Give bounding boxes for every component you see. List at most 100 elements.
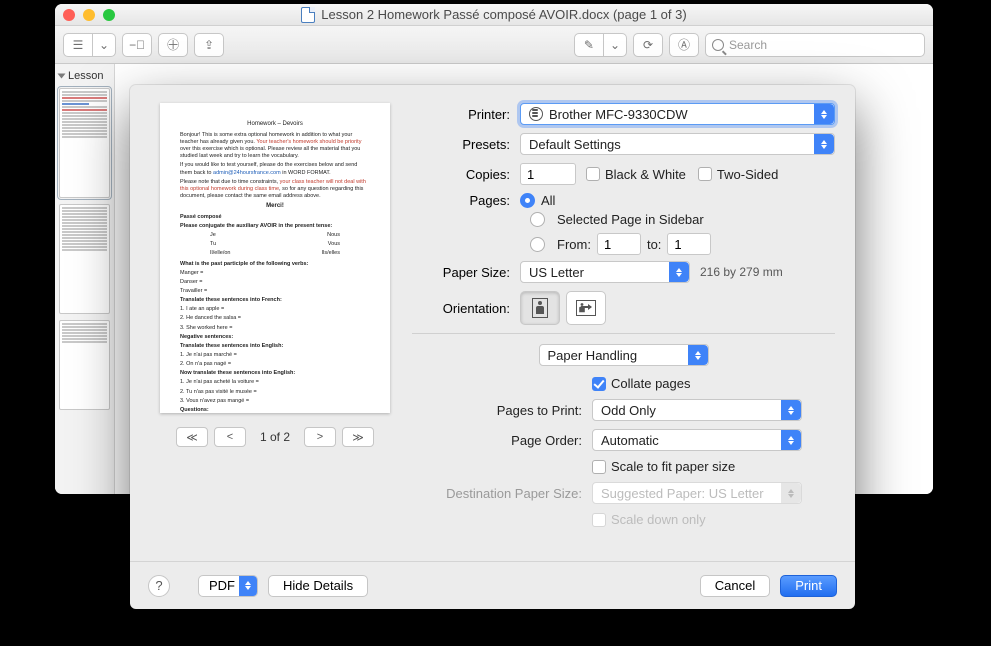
page-thumbnail-1[interactable] xyxy=(59,88,110,198)
bw-label: Black & White xyxy=(605,167,686,182)
hide-details-button[interactable]: Hide Details xyxy=(268,575,368,597)
search-icon xyxy=(712,39,724,51)
window-title: Lesson 2 Homework Passé composé AVOIR.do… xyxy=(301,7,686,23)
cancel-button[interactable]: Cancel xyxy=(700,575,770,597)
page-order-label: Page Order: xyxy=(412,433,592,448)
options-section-value: Paper Handling xyxy=(548,348,638,363)
pages-range-radio[interactable] xyxy=(530,237,545,252)
thumbnail-sidebar: Lesson xyxy=(55,64,115,494)
collate-label: Collate pages xyxy=(611,376,691,391)
page-order-value: Automatic xyxy=(601,433,659,448)
paper-size-value: US Letter xyxy=(529,265,584,280)
page-thumbnail-2[interactable] xyxy=(59,204,110,314)
scale-down-checkbox xyxy=(592,513,606,527)
scale-down-label: Scale down only xyxy=(611,512,706,527)
dest-paper-size-value: Suggested Paper: US Letter xyxy=(601,486,764,501)
scale-fit-checkbox[interactable] xyxy=(592,460,606,474)
zoom-in-button[interactable]: ＋⃝ xyxy=(158,33,188,57)
pages-all-radio[interactable] xyxy=(520,193,535,208)
chevron-updown-icon xyxy=(781,400,801,420)
paper-size-select[interactable]: US Letter xyxy=(520,261,690,283)
print-preview-column: Homework – Devoirs Bonjour! This is some… xyxy=(150,103,400,561)
printer-value: Brother MFC-9330CDW xyxy=(549,107,688,122)
annotate-button[interactable]: Ⓐ xyxy=(669,33,699,57)
paper-size-label: Paper Size: xyxy=(412,265,520,280)
orientation-portrait-button[interactable] xyxy=(520,291,560,325)
chevron-updown-icon xyxy=(814,134,834,154)
paper-dimensions: 216 by 279 mm xyxy=(700,265,783,279)
rotate-button[interactable]: ⟳ xyxy=(633,33,663,57)
pages-to-label: to: xyxy=(647,237,661,252)
chevron-updown-icon xyxy=(669,262,689,282)
disclosure-triangle-icon xyxy=(58,74,66,79)
landscape-icon xyxy=(576,300,596,316)
orientation-landscape-button[interactable] xyxy=(566,291,606,325)
preview-first-button[interactable]: ≪ xyxy=(176,427,208,447)
chevron-updown-icon xyxy=(688,345,708,365)
orientation-label: Orientation: xyxy=(412,301,520,316)
page-thumbnail-3[interactable] xyxy=(59,320,110,410)
help-button[interactable]: ? xyxy=(148,575,170,597)
pages-from-input[interactable] xyxy=(597,233,641,255)
sidebar-label: Lesson xyxy=(68,70,103,82)
scale-fit-label: Scale to fit paper size xyxy=(611,459,735,474)
presets-select[interactable]: Default Settings xyxy=(520,133,835,155)
copies-input[interactable] xyxy=(520,163,576,185)
sidebar-view-dropdown[interactable]: ⌄ xyxy=(93,33,116,57)
pages-to-print-select[interactable]: Odd Only xyxy=(592,399,802,421)
portrait-icon xyxy=(532,298,548,318)
dest-paper-size-select: Suggested Paper: US Letter xyxy=(592,482,802,504)
window-toolbar: ☰ ⌄ −⃝ ＋⃝ ⇪ ✎ ⌄ ⟳ Ⓐ Search xyxy=(55,26,933,64)
pages-to-input[interactable] xyxy=(667,233,711,255)
search-placeholder: Search xyxy=(729,38,767,52)
twosided-label: Two-Sided xyxy=(717,167,778,182)
pages-all-label: All xyxy=(541,193,555,208)
print-options-form: Printer: Brother MFC-9330CDW Presets: De… xyxy=(412,103,835,561)
bw-checkbox[interactable] xyxy=(586,167,600,181)
presets-value: Default Settings xyxy=(529,137,621,152)
highlight-button[interactable]: ✎ xyxy=(574,33,604,57)
pages-sidebar-label: Selected Page in Sidebar xyxy=(557,212,704,227)
pages-to-print-label: Pages to Print: xyxy=(412,403,592,418)
nearby-printer-icon xyxy=(529,107,543,121)
print-preview-page: Homework – Devoirs Bonjour! This is some… xyxy=(160,103,390,413)
preview-next-button[interactable]: > xyxy=(304,427,336,447)
options-section-select[interactable]: Paper Handling xyxy=(539,344,709,366)
pages-label: Pages: xyxy=(412,193,520,208)
collate-checkbox[interactable] xyxy=(592,377,606,391)
presets-label: Presets: xyxy=(412,137,520,152)
print-button[interactable]: Print xyxy=(780,575,837,597)
print-dialog-footer: ? PDF Hide Details Cancel Print xyxy=(130,561,855,609)
preview-page-indicator: 1 of 2 xyxy=(252,430,298,444)
minimize-window-button[interactable] xyxy=(83,9,95,21)
chevron-updown-icon xyxy=(781,483,801,503)
markup-group: ✎ ⌄ xyxy=(574,33,627,57)
section-divider xyxy=(412,333,835,334)
chevron-down-icon xyxy=(239,576,257,596)
preview-prev-button[interactable]: < xyxy=(214,427,246,447)
pages-sidebar-radio[interactable] xyxy=(530,212,545,227)
chevron-updown-icon xyxy=(814,104,834,124)
print-dialog: Homework – Devoirs Bonjour! This is some… xyxy=(130,85,855,609)
view-mode-group: ☰ ⌄ xyxy=(63,33,116,57)
twosided-checkbox[interactable] xyxy=(698,167,712,181)
search-field[interactable]: Search xyxy=(705,33,925,57)
pages-from-label: From: xyxy=(557,237,591,252)
printer-select[interactable]: Brother MFC-9330CDW xyxy=(520,103,835,125)
window-titlebar: Lesson 2 Homework Passé composé AVOIR.do… xyxy=(55,4,933,26)
share-button[interactable]: ⇪ xyxy=(194,33,224,57)
copies-label: Copies: xyxy=(412,167,520,182)
sidebar-header[interactable]: Lesson xyxy=(59,70,110,82)
sidebar-view-button[interactable]: ☰ xyxy=(63,33,93,57)
preview-last-button[interactable]: ≫ xyxy=(342,427,374,447)
zoom-out-button[interactable]: −⃝ xyxy=(122,33,152,57)
chevron-updown-icon xyxy=(781,430,801,450)
page-order-select[interactable]: Automatic xyxy=(592,429,802,451)
close-window-button[interactable] xyxy=(63,9,75,21)
traffic-lights xyxy=(63,9,115,21)
pdf-dropdown-button[interactable]: PDF xyxy=(198,575,258,597)
pages-to-print-value: Odd Only xyxy=(601,403,656,418)
document-icon xyxy=(301,7,315,23)
highlight-dropdown[interactable]: ⌄ xyxy=(604,33,627,57)
maximize-window-button[interactable] xyxy=(103,9,115,21)
